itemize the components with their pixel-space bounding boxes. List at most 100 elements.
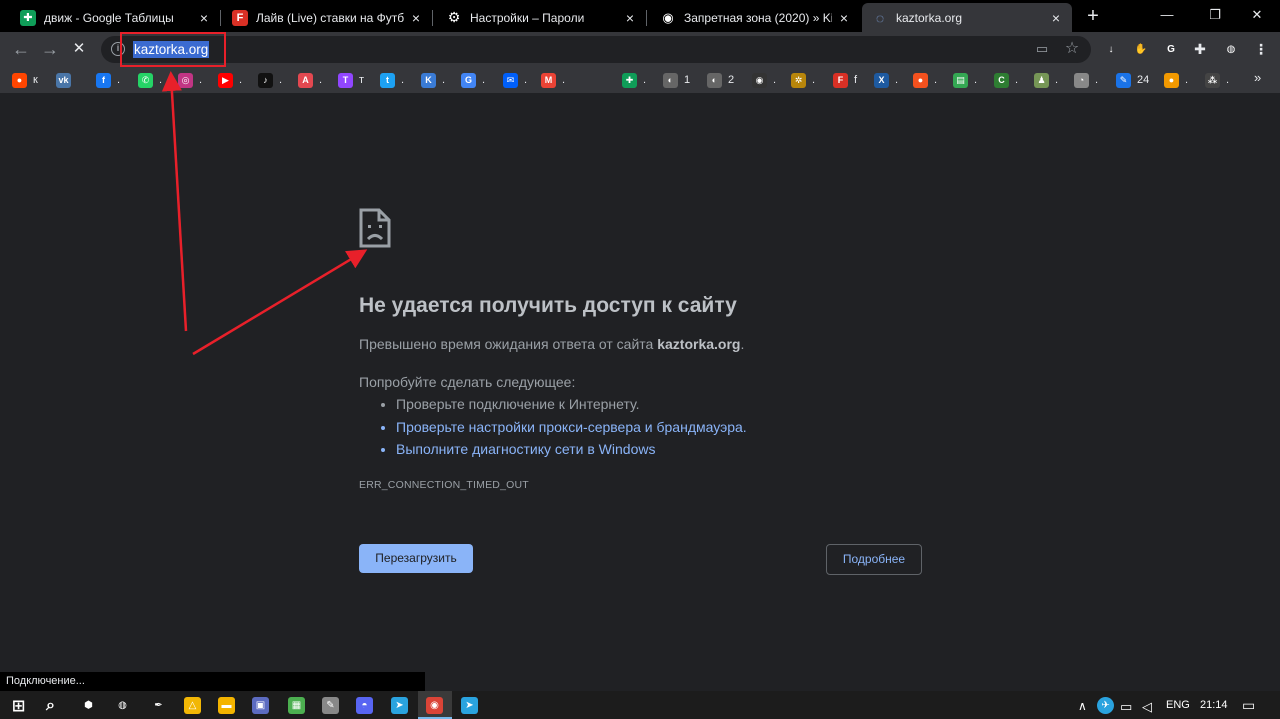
- bookmark-box[interactable]: ✎ 24: [1116, 72, 1149, 88]
- bookmark-label: .: [1055, 74, 1059, 86]
- taskbar-app-feather-icon[interactable]: ✒: [150, 697, 167, 714]
- bookmarks-more-button[interactable]: »: [1254, 70, 1261, 85]
- bookmark-orange[interactable]: ●.: [913, 72, 937, 88]
- tab-kaztorka[interactable]: ◌ kaztorka.org ×: [862, 3, 1072, 32]
- bookmark-adobe[interactable]: A.: [298, 72, 322, 88]
- suggestion-check-connection: Проверьте подключение к Интернету.: [396, 396, 747, 419]
- arrow-to-url: [161, 71, 188, 332]
- taskbar-app-hp-icon[interactable]: ◍: [114, 697, 131, 714]
- forward-button[interactable]: →: [38, 37, 62, 61]
- bookmark-label: .: [1226, 74, 1230, 86]
- tab-google-sheets[interactable]: ✚ движ - Google Таблицы ×: [10, 3, 221, 32]
- taskbar-app-telegram2-icon[interactable]: ➤: [461, 697, 478, 714]
- bookmark-print[interactable]: ▤.: [953, 72, 977, 88]
- vk-icon: vk: [56, 72, 71, 88]
- taskbar-app-triangle-icon[interactable]: △: [184, 697, 201, 714]
- suggestion-proxy-link[interactable]: Проверьте настройки прокси-сервера и бра…: [396, 419, 747, 442]
- window-close-button[interactable]: ✕: [1234, 0, 1280, 30]
- profile-avatar[interactable]: ◍: [1221, 39, 1241, 59]
- suggestions-list: Проверьте подключение к Интернету. Прове…: [381, 396, 747, 464]
- bookmark-label: .: [643, 74, 647, 86]
- suggestion-diagnostics-link[interactable]: Выполните диагностику сети в Windows: [396, 441, 747, 464]
- taskbar-app-save-icon[interactable]: ▣: [252, 697, 269, 714]
- bookmark-gmail[interactable]: M.: [541, 72, 565, 88]
- bookmark-fonbet[interactable]: Ff: [833, 72, 857, 88]
- menu-icon[interactable]: ⋮: [1252, 40, 1270, 58]
- taskbar-search-icon[interactable]: ⌕: [42, 697, 59, 714]
- tab-kino[interactable]: ◉ Запретная зона (2020) » Kino ×: [650, 3, 860, 32]
- bookmark-mail[interactable]: ✉.: [503, 72, 527, 88]
- tray-clock[interactable]: 21:14: [1200, 699, 1228, 711]
- bookmark-circle-orange[interactable]: ●.: [1164, 72, 1188, 88]
- tray-language[interactable]: ENG: [1166, 699, 1190, 711]
- bookmark-pattern[interactable]: ⁂.: [1205, 72, 1229, 88]
- adblock-ext-icon[interactable]: ✋: [1132, 40, 1150, 58]
- tray-display-icon[interactable]: ▭: [1120, 699, 1132, 715]
- bookmark-label: 1: [684, 74, 691, 86]
- restore-button[interactable]: ❐: [1192, 0, 1238, 30]
- close-icon[interactable]: ×: [622, 10, 638, 26]
- circle-orange-icon: ●: [1164, 72, 1179, 88]
- bookmark-youtube[interactable]: ▶.: [218, 72, 242, 88]
- star-icon[interactable]: ☆: [1064, 41, 1080, 57]
- bookmark-tiktok[interactable]: ♪.: [258, 72, 282, 88]
- gauge-icon: ◔: [1074, 72, 1089, 88]
- close-icon[interactable]: ×: [196, 10, 212, 26]
- tray-network-icon[interactable]: ✈: [1097, 697, 1114, 714]
- address-bar[interactable]: [101, 36, 1091, 63]
- tab-strip: ✚ движ - Google Таблицы × F Лайв (Live) …: [0, 0, 1280, 32]
- close-icon[interactable]: ×: [408, 10, 424, 26]
- taskbar-start-icon[interactable]: ⊞: [10, 697, 27, 715]
- new-tab-button[interactable]: +: [1082, 5, 1104, 27]
- taskbar-app-folder-icon[interactable]: ▬: [218, 697, 235, 714]
- stop-button[interactable]: ✕: [67, 37, 91, 61]
- back-button[interactable]: ←: [9, 37, 33, 61]
- bookmark-twitch[interactable]: Tт: [338, 72, 364, 88]
- bookmark-whatsapp[interactable]: ✆.: [138, 72, 162, 88]
- tab-live-bets[interactable]: F Лайв (Live) ставки на Футбол ×: [222, 3, 433, 32]
- reload-button[interactable]: Перезагрузить: [359, 544, 473, 573]
- taskbar-app-discord-icon[interactable]: ◓: [356, 697, 373, 714]
- bookmark-green[interactable]: C.: [994, 72, 1018, 88]
- taskbar-app-paint-icon[interactable]: ✎: [322, 697, 339, 714]
- close-icon[interactable]: ×: [1048, 10, 1064, 26]
- details-button[interactable]: Подробнее: [826, 544, 922, 575]
- notifications-icon[interactable]: ▭: [1242, 697, 1255, 714]
- bookmark-twitter[interactable]: t.: [380, 72, 404, 88]
- sheets-icon: ✚: [622, 72, 637, 88]
- kinopoisk-icon: K: [421, 72, 436, 88]
- youtube-icon: ▶: [218, 72, 233, 88]
- taskbar-app-hex-icon[interactable]: ⬢: [80, 697, 97, 714]
- close-icon[interactable]: ×: [836, 10, 852, 26]
- tab-title: Настройки – Пароли: [470, 10, 585, 25]
- bookmark-dot[interactable]: ◉.: [752, 72, 776, 88]
- bookmark-label: .: [482, 74, 486, 86]
- taskbar-app-chrome-icon[interactable]: ◉: [426, 697, 443, 714]
- download-ext-icon[interactable]: ↓: [1102, 40, 1120, 58]
- bookmark-kinopoisk[interactable]: K.: [421, 72, 445, 88]
- bookmark-label: f: [854, 74, 858, 86]
- bookmark-globe2[interactable]: ◐ 2: [707, 72, 734, 88]
- tab-settings-passwords[interactable]: ⚙ Настройки – Пароли ×: [436, 3, 647, 32]
- bookmark-chess[interactable]: ♟.: [1034, 72, 1058, 88]
- bookmark-reddit[interactable]: ● к: [12, 72, 38, 88]
- bookmark-1xbet[interactable]: X.: [874, 72, 898, 88]
- bookmark-sheets[interactable]: ✚.: [622, 72, 646, 88]
- minimize-button[interactable]: —: [1144, 0, 1190, 30]
- bookmark-instagram[interactable]: ◎.: [178, 72, 202, 88]
- bookmark-gauge[interactable]: ◔.: [1074, 72, 1098, 88]
- tray-chevron-icon[interactable]: ∧: [1078, 699, 1087, 713]
- bookmark-label: .: [934, 74, 938, 86]
- puzzle-icon[interactable]: ✚: [1191, 40, 1209, 58]
- cast-icon[interactable]: ▭: [1034, 41, 1050, 57]
- taskbar-app-calc-icon[interactable]: ▦: [288, 697, 305, 714]
- translate-ext-icon[interactable]: G: [1162, 40, 1180, 58]
- bookmark-globe1[interactable]: ◐ 1: [663, 72, 690, 88]
- bookmark-compass[interactable]: ✲.: [791, 72, 815, 88]
- tray-volume-icon[interactable]: ◁: [1142, 699, 1152, 715]
- taskbar-app-telegram1-icon[interactable]: ➤: [391, 697, 408, 714]
- bookmark-facebook[interactable]: f.: [96, 72, 120, 88]
- bookmark-translate[interactable]: G.: [461, 72, 485, 88]
- tab-title: kaztorka.org: [896, 10, 963, 25]
- bookmark-vk[interactable]: vk: [56, 72, 77, 88]
